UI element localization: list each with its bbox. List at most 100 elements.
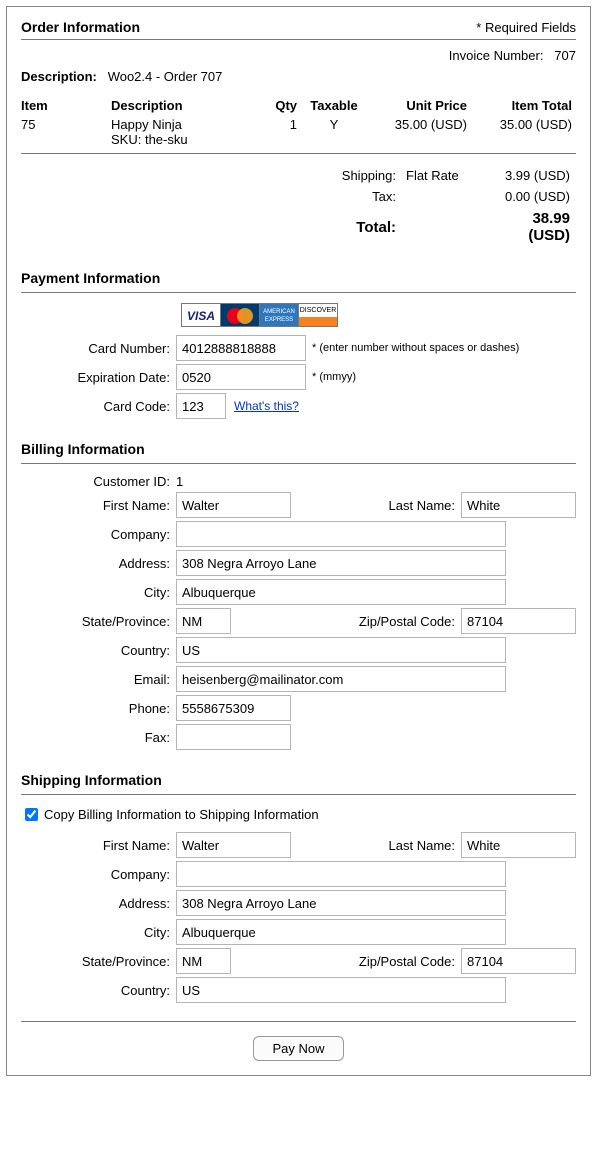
- shipping-city-label: City:: [21, 925, 176, 940]
- expiration-hint: * (mmyy): [312, 371, 356, 383]
- shipping-city-row: City:: [21, 919, 576, 945]
- shipping-address-row: Address:: [21, 890, 576, 916]
- description-row: Description: Woo2.4 - Order 707: [21, 69, 576, 84]
- item-sku: SKU: the-sku: [111, 132, 188, 147]
- customer-id-label: Customer ID:: [21, 474, 176, 489]
- order-form: Order Information * Required Fields Invo…: [6, 6, 591, 1076]
- cell-unit-price: 35.00 (USD): [371, 115, 471, 149]
- divider: [21, 794, 576, 795]
- card-code-input[interactable]: [176, 393, 226, 419]
- col-unit-price: Unit Price: [371, 96, 471, 115]
- col-qty: Qty: [261, 96, 301, 115]
- totals-table: Shipping: Flat Rate 3.99 (USD) Tax: 0.00…: [21, 164, 576, 248]
- billing-email-label: Email:: [21, 672, 176, 687]
- billing-country-input[interactable]: [176, 637, 506, 663]
- whats-this-link[interactable]: What's this?: [234, 399, 299, 413]
- customer-id-row: Customer ID: 1: [21, 474, 576, 489]
- shipping-title: Shipping Information: [21, 772, 576, 788]
- billing-first-name-label: First Name:: [21, 498, 176, 513]
- expiration-label: Expiration Date:: [21, 370, 176, 385]
- card-number-row: Card Number: * (enter number without spa…: [21, 335, 576, 361]
- divider: [21, 292, 576, 293]
- col-item-total: Item Total: [471, 96, 576, 115]
- billing-company-input[interactable]: [176, 521, 506, 547]
- shipping-company-row: Company:: [21, 861, 576, 887]
- shipping-zip-input[interactable]: [461, 948, 576, 974]
- billing-fax-row: Fax:: [21, 724, 576, 750]
- shipping-row: Shipping: Flat Rate 3.99 (USD): [23, 166, 574, 185]
- billing-phone-row: Phone:: [21, 695, 576, 721]
- card-brand-icons: VISA AMERICANEXPRESSDISCOVER: [181, 303, 576, 327]
- billing-city-input[interactable]: [176, 579, 506, 605]
- shipping-first-name-input[interactable]: [176, 832, 291, 858]
- card-code-row: Card Code: What's this?: [21, 393, 576, 419]
- billing-email-input[interactable]: [176, 666, 506, 692]
- shipping-address-label: Address:: [21, 896, 176, 911]
- shipping-state-label: State/Province:: [21, 954, 176, 969]
- description-label: Description:: [21, 69, 97, 84]
- shipping-state-input[interactable]: [176, 948, 231, 974]
- copy-billing-checkbox[interactable]: [25, 808, 38, 821]
- tax-row: Tax: 0.00 (USD): [23, 187, 574, 206]
- amex-icon: AMERICANEXPRESS: [259, 303, 299, 327]
- table-row: 75 Happy Ninja SKU: the-sku 1 Y 35.00 (U…: [21, 115, 576, 149]
- invoice-number: 707: [554, 48, 576, 63]
- invoice-row: Invoice Number: 707: [21, 48, 576, 63]
- billing-name-row: First Name: Last Name:: [21, 492, 576, 518]
- pay-now-button[interactable]: Pay Now: [253, 1036, 343, 1061]
- divider: [21, 39, 576, 40]
- billing-address-input[interactable]: [176, 550, 506, 576]
- shipping-label: Shipping:: [23, 166, 400, 185]
- cell-description: Happy Ninja SKU: the-sku: [111, 115, 261, 149]
- required-fields-note: * Required Fields: [476, 20, 576, 35]
- tax-label: Tax:: [23, 187, 400, 206]
- items-header-row: Item Description Qty Taxable Unit Price …: [21, 96, 576, 115]
- divider: [21, 153, 576, 154]
- billing-city-row: City:: [21, 579, 576, 605]
- shipping-value: 3.99 (USD): [484, 166, 574, 185]
- billing-zip-label: Zip/Postal Code:: [339, 614, 461, 629]
- expiration-input[interactable]: [176, 364, 306, 390]
- tax-value: 0.00 (USD): [484, 187, 574, 206]
- shipping-country-label: Country:: [21, 983, 176, 998]
- billing-last-name-label: Last Name:: [369, 498, 461, 513]
- billing-company-row: Company:: [21, 521, 576, 547]
- billing-state-input[interactable]: [176, 608, 231, 634]
- billing-address-row: Address:: [21, 550, 576, 576]
- billing-fax-label: Fax:: [21, 730, 176, 745]
- billing-first-name-input[interactable]: [176, 492, 291, 518]
- billing-phone-label: Phone:: [21, 701, 176, 716]
- description-value: Woo2.4 - Order 707: [108, 69, 223, 84]
- card-number-hint: * (enter number without spaces or dashes…: [312, 342, 519, 354]
- invoice-label: Invoice Number:: [449, 48, 544, 63]
- billing-state-zip-row: State/Province: Zip/Postal Code:: [21, 608, 576, 634]
- billing-email-row: Email:: [21, 666, 576, 692]
- cell-qty: 1: [261, 115, 301, 149]
- billing-last-name-input[interactable]: [461, 492, 576, 518]
- cell-item-total: 35.00 (USD): [471, 115, 576, 149]
- visa-icon: VISA: [181, 303, 221, 327]
- billing-zip-input[interactable]: [461, 608, 576, 634]
- mastercard-icon: [220, 303, 260, 327]
- shipping-company-label: Company:: [21, 867, 176, 882]
- billing-company-label: Company:: [21, 527, 176, 542]
- shipping-last-name-input[interactable]: [461, 832, 576, 858]
- shipping-address-input[interactable]: [176, 890, 506, 916]
- discover-icon: DISCOVER: [298, 303, 338, 327]
- billing-phone-input[interactable]: [176, 695, 291, 721]
- shipping-name-row: First Name: Last Name:: [21, 832, 576, 858]
- card-number-label: Card Number:: [21, 341, 176, 356]
- cell-taxable: Y: [301, 115, 371, 149]
- payment-title: Payment Information: [21, 270, 576, 286]
- shipping-company-input[interactable]: [176, 861, 506, 887]
- card-number-input[interactable]: [176, 335, 306, 361]
- billing-state-label: State/Province:: [21, 614, 176, 629]
- order-info-header: Order Information * Required Fields: [21, 19, 576, 35]
- total-label: Total:: [23, 208, 400, 246]
- billing-title: Billing Information: [21, 441, 576, 457]
- billing-country-label: Country:: [21, 643, 176, 658]
- shipping-country-input[interactable]: [176, 977, 506, 1003]
- billing-fax-input[interactable]: [176, 724, 291, 750]
- copy-billing-label: Copy Billing Information to Shipping Inf…: [44, 807, 319, 822]
- shipping-city-input[interactable]: [176, 919, 506, 945]
